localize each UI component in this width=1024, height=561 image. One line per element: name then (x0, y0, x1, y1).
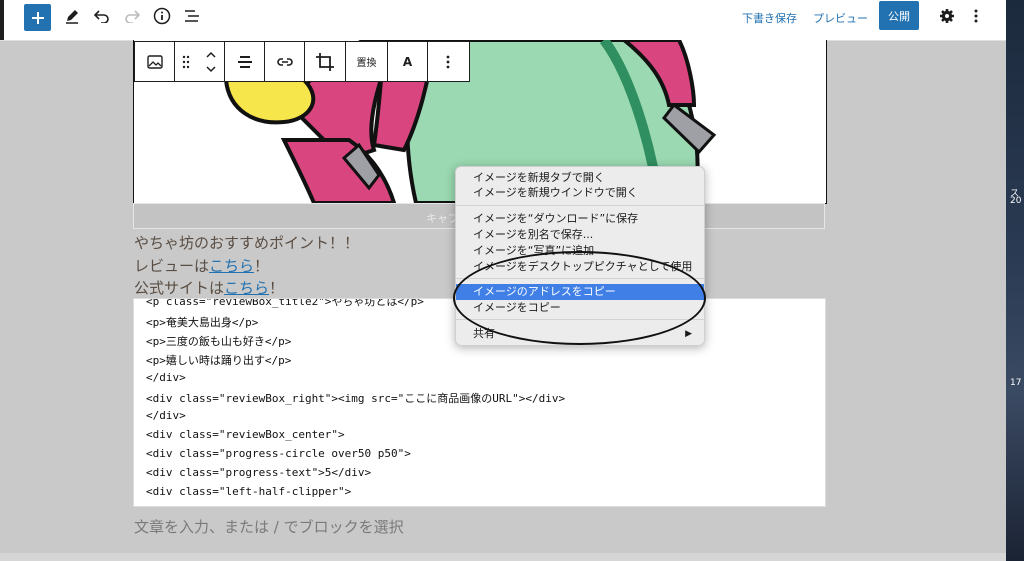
list-view-button[interactable] (178, 2, 206, 30)
paragraph-block[interactable]: やちゃ坊のおすすめポイント！！ (134, 232, 359, 253)
review-link[interactable]: こちら (209, 257, 254, 275)
add-block-button[interactable] (24, 4, 51, 31)
preview-button[interactable]: プレビュー (813, 10, 868, 26)
menu-item-open-new-tab[interactable]: イメージを新規タブで開く (456, 170, 704, 186)
redo-icon (125, 10, 140, 23)
menu-item-save-downloads[interactable]: イメージを“ダウンロード”に保存 (456, 211, 704, 227)
code-line: </div> (146, 409, 186, 422)
code-line: <p>三度の飯も山も好き</p> (146, 335, 292, 348)
code-line: <div class="progress-circle over50 p50"> (146, 447, 411, 460)
pencil-icon (66, 10, 78, 24)
tools-button[interactable] (58, 2, 86, 30)
official-site-link[interactable]: こちら (224, 279, 269, 297)
block-type-button[interactable] (135, 42, 175, 81)
more-vertical-icon (974, 9, 978, 23)
block-options-button[interactable] (428, 42, 468, 81)
desktop-background: ス 20 17 (1006, 0, 1024, 561)
align-button[interactable] (225, 42, 265, 81)
menu-separator (456, 205, 704, 206)
link-button[interactable] (265, 42, 305, 81)
save-draft-button[interactable]: 下書き保存 (742, 10, 797, 26)
gear-icon (940, 9, 954, 23)
submenu-arrow-icon: ▶ (685, 329, 692, 339)
image-icon (146, 54, 163, 69)
paragraph-block[interactable]: レビューはこちら！ (134, 255, 269, 276)
move-up-down-icon[interactable] (205, 51, 217, 73)
undo-icon (94, 10, 109, 23)
code-line: <p>嬉しい時は踊り出す</p> (146, 354, 292, 367)
desktop-text-2: 20 (1010, 196, 1022, 206)
paragraph-text: ！ (269, 279, 285, 297)
settings-button[interactable] (933, 2, 961, 30)
menu-item-open-new-window[interactable]: イメージを新規ウインドウで開く (456, 185, 704, 201)
editor-footer (0, 553, 1006, 561)
annotation-circle (453, 251, 706, 345)
editor-header: 下書き保存 プレビュー 公開 (0, 0, 1006, 41)
drag-move-group (175, 42, 225, 81)
crop-icon (316, 52, 334, 71)
info-icon (153, 7, 171, 25)
code-line: <div class="progress-text">5</div> (146, 466, 372, 479)
code-line: <div class="reviewBox_right"><img src="こ… (146, 392, 566, 405)
code-line: </div> (146, 371, 186, 384)
more-vertical-icon (446, 55, 450, 68)
crop-button[interactable] (305, 42, 346, 81)
replace-button[interactable]: 置換 (346, 42, 388, 81)
paragraph-block[interactable]: 公式サイトはこちら！ (134, 277, 284, 298)
options-button[interactable] (962, 2, 990, 30)
details-button[interactable] (148, 2, 176, 30)
code-line: <div class="reviewBox_center"> (146, 428, 345, 441)
code-line: <p class="reviewBox_title2">やちゃ坊とは</p> (146, 298, 424, 308)
block-toolbar: 置換 A (134, 41, 470, 82)
paragraph-text: レビューは (134, 257, 210, 275)
list-view-icon (185, 10, 199, 22)
text-overlay-button[interactable]: A (388, 42, 428, 81)
drag-handle-icon[interactable] (182, 55, 190, 69)
desktop-text-3: 17 (1010, 378, 1022, 388)
paragraph-text: 公式サイトは (134, 279, 225, 297)
paragraph-text: ！ (254, 257, 270, 275)
link-icon (276, 57, 293, 66)
undo-button[interactable] (88, 2, 116, 30)
code-line: <p>奄美大島出身</p> (146, 316, 259, 329)
publish-button[interactable]: 公開 (879, 1, 919, 30)
plus-icon (31, 11, 44, 24)
wp-logo-edge (0, 0, 4, 40)
redo-button[interactable] (118, 2, 146, 30)
block-placeholder[interactable]: 文章を入力、または / でブロックを選択 (134, 516, 404, 537)
align-center-icon (237, 55, 252, 68)
menu-item-save-as[interactable]: イメージを別名で保存... (456, 227, 704, 243)
code-line: <div class="left-half-clipper"> (146, 485, 352, 498)
